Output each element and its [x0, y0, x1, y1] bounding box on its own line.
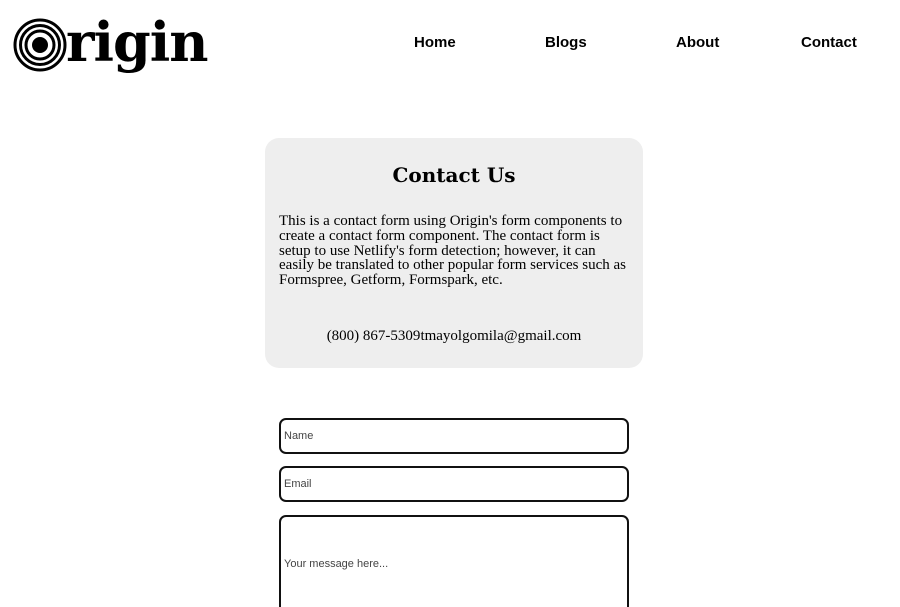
contact-card: Contact Us This is a contact form using …: [265, 138, 643, 368]
contact-email[interactable]: tmayolgomila@gmail.com: [420, 328, 581, 344]
nav-contact[interactable]: Contact: [801, 33, 857, 53]
site-header: rigin Home Blogs About Contact: [0, 0, 900, 88]
contact-title: Contact Us: [392, 163, 516, 187]
contact-phone: (800) 867-5309: [326, 328, 421, 344]
contact-description: This is a contact form using Origin's fo…: [279, 213, 626, 289]
contact-info: (800) 867-5309tmayolgomila@gmail.com: [265, 327, 643, 345]
email-input[interactable]: [279, 466, 629, 502]
nav-about[interactable]: About: [676, 33, 719, 53]
nav-blogs[interactable]: Blogs: [545, 33, 587, 53]
message-textarea[interactable]: [279, 515, 629, 607]
name-input[interactable]: [279, 418, 629, 454]
main-nav: Home Blogs About Contact: [0, 33, 900, 53]
nav-home[interactable]: Home: [414, 33, 456, 53]
